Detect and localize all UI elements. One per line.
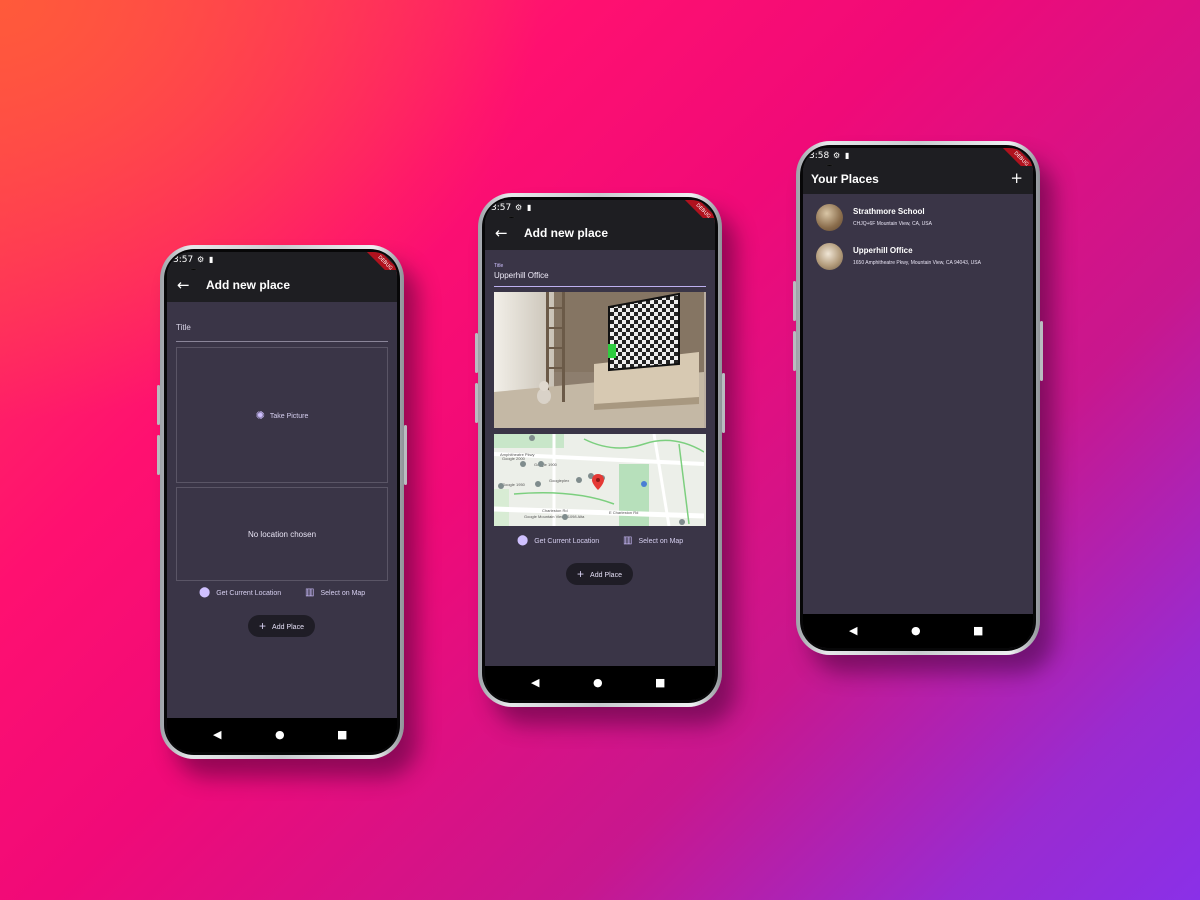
list-item[interactable]: Strathmore School CHJQ+6F Mountain View,… — [803, 200, 1033, 238]
status-time: 3:58 — [809, 151, 830, 161]
status-time: 3:57 — [491, 203, 512, 213]
map-label: Google 2000 — [502, 456, 526, 461]
map-label: E Charleston Rd — [609, 510, 638, 515]
settings-icon: ⚙ — [197, 255, 205, 264]
add-place-label: Add Place — [590, 572, 622, 579]
phone-add-place-empty: 3:57 ⚙ ▮ ▾ DEBUG ← Add new place Title ✺… — [157, 245, 407, 759]
map-label: Google 1950 — [502, 482, 526, 487]
take-picture-area[interactable]: ✺ Take Picture — [176, 347, 388, 483]
location-preview: No location chosen — [176, 487, 388, 581]
back-arrow-icon[interactable]: ← — [495, 224, 508, 242]
add-place-label: Add Place — [272, 624, 304, 631]
select-on-map-label: Select on Map — [320, 590, 366, 597]
system-nav-bar: ◀ ● ■ — [803, 614, 1033, 648]
app-bar: Your Places + — [803, 166, 1033, 194]
get-current-location-label: Get Current Location — [216, 590, 282, 597]
page-title: Add new place — [206, 278, 291, 292]
phone-your-places: 3:58 ⚙ ▮ ▾ DEBUG Your Places + Strathmor… — [793, 141, 1043, 655]
map-label: Google Mountain View - 1098 Alta — [524, 514, 585, 519]
map-snapshot: Amphitheatre Pkwy Google 1900 Google 200… — [494, 434, 705, 526]
sim-icon: ▮ — [527, 203, 532, 212]
status-bar: 3:57 ⚙ ▮ ▾ DEBUG — [485, 200, 715, 233]
place-address: CHJQ+6F Mountain View, CA, USA — [853, 221, 932, 227]
map-label: Charleston Rd — [542, 508, 568, 513]
camera-shutter-icon: ✺ — [255, 410, 265, 422]
screen: 3:58 ⚙ ▮ ▾ DEBUG Your Places + Strathmor… — [803, 148, 1033, 648]
room-photo — [494, 292, 704, 428]
place-title: Strathmore School — [853, 207, 925, 216]
nav-back-icon[interactable]: ◀ — [213, 728, 221, 741]
location-pin-icon: ⬤ — [199, 587, 211, 598]
place-address: 1650 Amphitheatre Pkwy, Mountain View, C… — [853, 260, 981, 266]
app-bar: ← Add new place — [167, 270, 397, 302]
phone-add-place-filled: 3:57 ⚙ ▮ ▾ DEBUG ← Add new place Title U… — [475, 193, 725, 707]
system-nav-bar: ◀ ● ■ — [167, 718, 397, 752]
page-title: Add new place — [524, 226, 609, 240]
avatar — [816, 243, 843, 270]
nav-recents-icon[interactable]: ■ — [973, 624, 983, 637]
settings-icon: ⚙ — [833, 151, 841, 160]
system-nav-bar: ◀ ● ■ — [485, 666, 715, 700]
get-current-location-button[interactable]: ⬤ Get Current Location — [199, 587, 281, 598]
screen: 3:57 ⚙ ▮ ▾ DEBUG ← Add new place Title U… — [485, 200, 715, 700]
title-field-value[interactable]: Upperhill Office — [494, 271, 549, 280]
avatar — [816, 204, 843, 231]
sim-icon: ▮ — [845, 151, 850, 160]
map-label: Google 1900 — [534, 462, 558, 467]
map-icon: ▥ — [623, 535, 633, 546]
select-on-map-button[interactable]: ▥ Select on Map — [623, 535, 683, 546]
nav-home-icon[interactable]: ● — [911, 624, 921, 637]
title-field-label: Title — [494, 263, 504, 269]
no-location-text: No location chosen — [247, 530, 317, 539]
app-bar: ← Add new place — [485, 218, 715, 250]
screen: 3:57 ⚙ ▮ ▾ DEBUG ← Add new place Title ✺… — [167, 252, 397, 752]
select-on-map-button[interactable]: ▥ Select on Map — [305, 587, 365, 598]
status-bar: 3:58 ⚙ ▮ ▾ DEBUG — [803, 148, 1033, 181]
title-field-underline — [176, 341, 388, 342]
status-time: 3:57 — [173, 255, 194, 265]
nav-home-icon[interactable]: ● — [593, 676, 603, 689]
map-icon: ▥ — [305, 587, 315, 598]
status-bar: 3:57 ⚙ ▮ ▾ DEBUG — [167, 252, 397, 285]
settings-icon: ⚙ — [515, 203, 523, 212]
take-picture-button[interactable]: Take Picture — [270, 413, 309, 420]
add-place-button[interactable]: + Add Place — [248, 615, 315, 637]
get-current-location-label: Get Current Location — [534, 538, 600, 545]
place-title: Upperhill Office — [853, 246, 913, 255]
map-label: Googleplex — [549, 478, 569, 483]
title-field-label[interactable]: Title — [176, 323, 191, 332]
nav-home-icon[interactable]: ● — [275, 728, 285, 741]
plus-icon: + — [577, 567, 585, 581]
page-title: Your Places — [811, 172, 879, 186]
list-item[interactable]: Upperhill Office 1650 Amphitheatre Pkwy,… — [803, 239, 1033, 277]
back-arrow-icon[interactable]: ← — [177, 276, 190, 294]
title-field-underline — [494, 286, 706, 287]
picture-preview[interactable] — [494, 292, 706, 428]
nav-recents-icon[interactable]: ■ — [337, 728, 347, 741]
select-on-map-label: Select on Map — [638, 538, 684, 545]
add-place-button[interactable]: + Add Place — [566, 563, 633, 585]
map-preview[interactable]: Amphitheatre Pkwy Google 1900 Google 200… — [494, 434, 706, 526]
location-pin-icon: ⬤ — [517, 535, 529, 546]
plus-icon: + — [259, 619, 267, 633]
nav-recents-icon[interactable]: ■ — [655, 676, 665, 689]
nav-back-icon[interactable]: ◀ — [849, 624, 857, 637]
get-current-location-button[interactable]: ⬤ Get Current Location — [517, 535, 599, 546]
plus-icon[interactable]: + — [1010, 169, 1023, 187]
sim-icon: ▮ — [209, 255, 214, 264]
nav-back-icon[interactable]: ◀ — [531, 676, 539, 689]
